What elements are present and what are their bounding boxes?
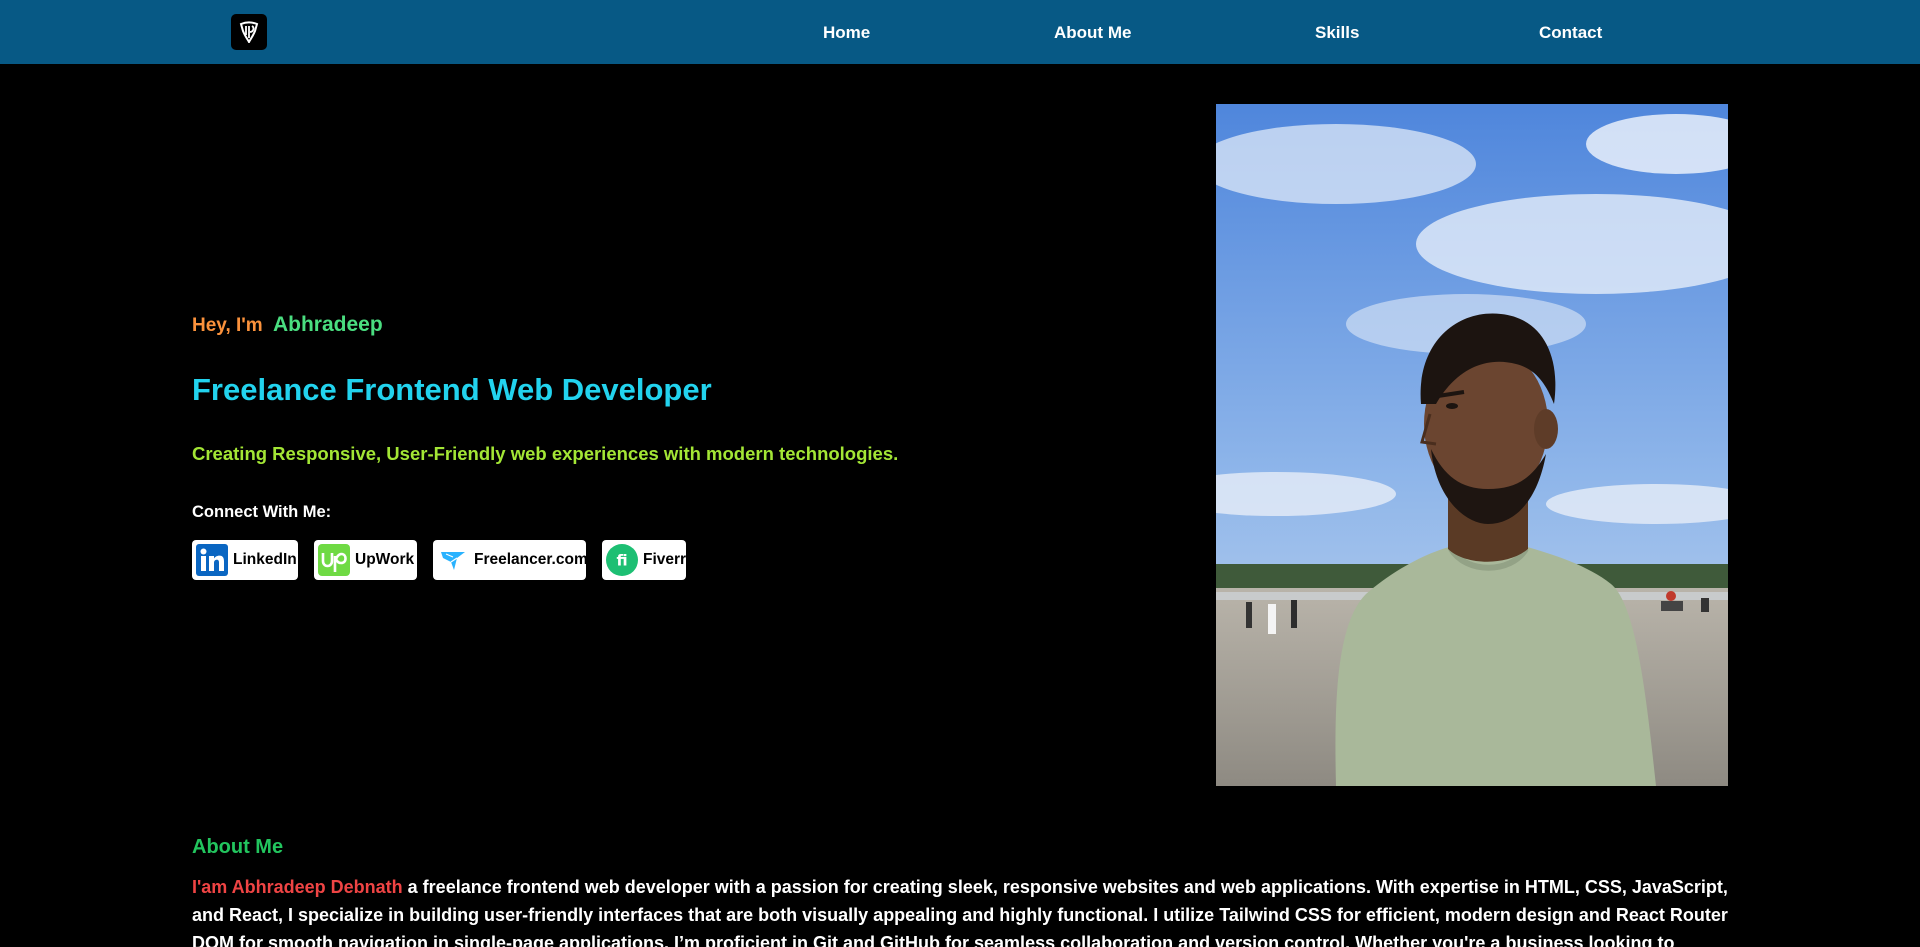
connect-label: Connect With Me: (192, 503, 332, 521)
hero-name: Abhradeep (272, 313, 383, 336)
freelancer-label: Freelancer.com (474, 551, 588, 568)
brand-logo[interactable] (231, 14, 267, 50)
greeting-text: Hey, I'm (192, 315, 263, 336)
about-title: About Me (192, 836, 284, 858)
fiverr-button[interactable]: fi Fiverr (602, 540, 686, 580)
nav-link-skills[interactable]: Skills (1315, 0, 1359, 64)
hero-tagline: Creating Responsive, User-Friendly web e… (192, 443, 899, 464)
linkedin-label: LinkedIn (233, 551, 297, 568)
profile-photo (1216, 104, 1728, 786)
linkedin-button[interactable]: LinkedIn (192, 540, 298, 580)
nav-link-contact[interactable]: Contact (1539, 0, 1602, 64)
navbar: Home About Me Skills Contact (0, 0, 1920, 64)
about-highlight: I'am Abhradeep Debnath (192, 877, 403, 897)
freelancer-icon (437, 544, 469, 576)
nav-link-about-me[interactable]: About Me (1054, 0, 1131, 64)
hero-role: Freelance Frontend Web Developer (192, 372, 712, 407)
fiverr-label: Fiverr (643, 551, 687, 568)
upwork-icon (318, 544, 350, 576)
freelancer-button[interactable]: Freelancer.com (433, 540, 588, 580)
nav-link-home[interactable]: Home (823, 0, 870, 64)
upwork-label: UpWork (355, 551, 415, 568)
linkedin-icon (196, 544, 228, 576)
logo-icon (239, 21, 259, 43)
about-text: I'am Abhradeep Debnath a freelance front… (192, 873, 1728, 947)
upwork-button[interactable]: UpWork (314, 540, 417, 580)
hero-greeting: Hey, I'm Abhradeep (192, 313, 383, 337)
svg-text:fi: fi (616, 552, 627, 570)
about-paragraph: a freelance frontend web developer with … (192, 877, 1728, 947)
fiverr-icon: fi (606, 544, 638, 576)
